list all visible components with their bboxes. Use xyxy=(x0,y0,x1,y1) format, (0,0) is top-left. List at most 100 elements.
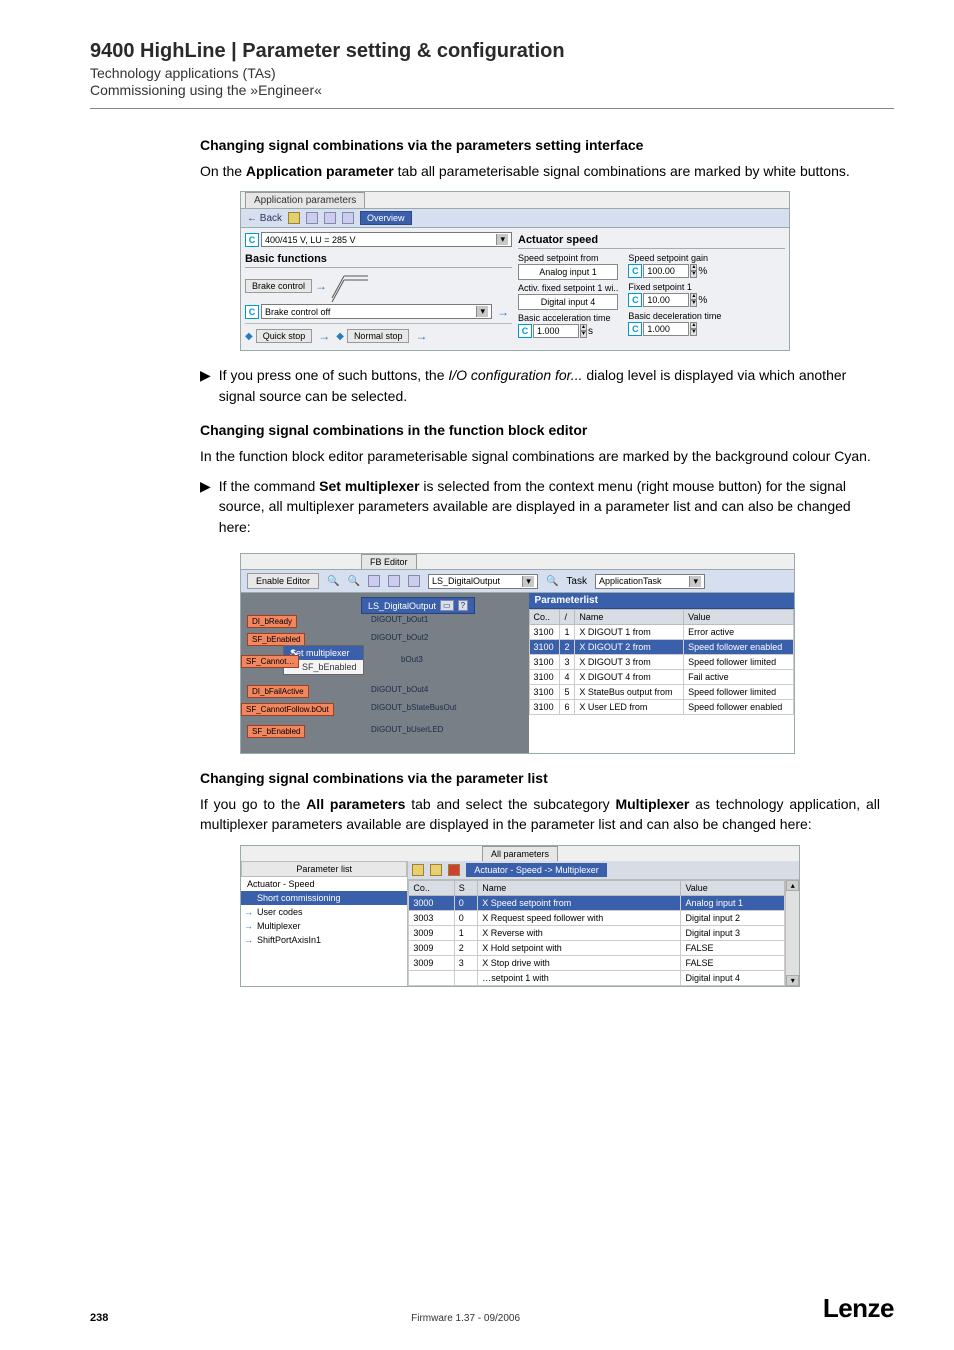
table-row[interactable]: 31002X DIGOUT 2 fromSpeed follower enabl… xyxy=(529,640,793,655)
fb-node-title[interactable]: LS_DigitalOutput▭? xyxy=(361,597,475,614)
table-row[interactable]: 30093X Stop drive withFALSE xyxy=(409,955,785,970)
block-combo[interactable]: LS_DigitalOutput▾ xyxy=(428,574,538,589)
tab-fb-editor[interactable]: FB Editor xyxy=(361,554,417,569)
table-row[interactable]: 30092X Hold setpoint withFALSE xyxy=(409,940,785,955)
tool-icon[interactable] xyxy=(430,864,442,876)
b2-pre: If the command xyxy=(219,478,319,494)
col-sub[interactable]: S xyxy=(454,880,477,895)
tab-all-params[interactable]: All parameters xyxy=(482,846,558,861)
search-icon[interactable]: 🔍 xyxy=(546,576,558,587)
scrollbar[interactable]: ▴▾ xyxy=(785,880,799,986)
table-row[interactable]: 31001X DIGOUT 1 fromError active xyxy=(529,625,793,640)
section1-bullet: If you press one of such buttons, the I/… xyxy=(219,365,880,406)
tool-icon[interactable] xyxy=(412,864,424,876)
scroll-down-icon[interactable]: ▾ xyxy=(786,975,799,986)
tree-node[interactable]: Multiplexer xyxy=(241,919,407,933)
port-bout1: DIGOUT_bOut1 xyxy=(371,615,428,624)
table-row[interactable]: …setpoint 1 withDigital input 4 xyxy=(409,970,785,985)
c-button-fixed1[interactable]: C xyxy=(628,293,642,307)
chevron-down-icon: ▾ xyxy=(476,306,488,317)
tab-app-params[interactable]: Application parameters xyxy=(245,192,365,208)
speed-gain-label: Speed setpoint gain xyxy=(628,253,721,263)
sig-sf-cannotfollow[interactable]: SF_CannotFollow.bOut xyxy=(241,703,334,716)
nav-icon4[interactable] xyxy=(342,212,354,224)
col-code[interactable]: Co.. xyxy=(409,880,454,895)
header-sub2: Commissioning using the »Engineer« xyxy=(90,82,894,98)
table-row[interactable]: 31003X DIGOUT 3 fromSpeed follower limit… xyxy=(529,655,793,670)
diamond-icon: ◆ xyxy=(245,331,253,342)
col-code[interactable]: Co.. xyxy=(529,610,560,625)
fixed1-field[interactable]: 10.00 xyxy=(643,293,689,307)
table-row[interactable]: 31004X DIGOUT 4 fromFail active xyxy=(529,670,793,685)
stepper-up-icon[interactable]: ▴ xyxy=(690,322,697,329)
tool-icon[interactable] xyxy=(448,864,460,876)
stepper-up-icon[interactable]: ▴ xyxy=(580,324,587,331)
section2-heading: Changing signal combinations in the func… xyxy=(200,422,880,438)
nav-icon[interactable] xyxy=(288,212,300,224)
c-button-decel[interactable]: C xyxy=(628,322,642,336)
nav-icon3[interactable] xyxy=(324,212,336,224)
unit-s: s xyxy=(588,326,593,337)
tool-icon[interactable] xyxy=(368,575,380,587)
sig-di-bready[interactable]: DI_bReady xyxy=(247,615,297,628)
fixed-setpoint1-label: Fixed setpoint 1 xyxy=(628,282,721,292)
table-row[interactable]: 30091X Reverse withDigital input 3 xyxy=(409,925,785,940)
sig-di-failactive[interactable]: DI_bFailActive xyxy=(247,685,309,698)
breadcrumb-bar: Actuator - Speed -> Multiplexer xyxy=(408,861,799,880)
parameter-table: Co.. / Name Value 31001X DIGOUT 1 fromEr… xyxy=(529,609,794,715)
tool-icon[interactable] xyxy=(388,575,400,587)
acc-field[interactable]: 1.000 xyxy=(533,324,579,338)
min-icon[interactable]: ▭ xyxy=(440,600,454,611)
task-combo[interactable]: ApplicationTask▾ xyxy=(595,574,705,589)
table-row[interactable]: 31005X StateBus output fromSpeed followe… xyxy=(529,685,793,700)
sig-sf-benabled2[interactable]: SF_bEnabled xyxy=(247,725,305,738)
sig-sf-cannot[interactable]: SF_Cannot… xyxy=(241,655,299,668)
tool-icon[interactable] xyxy=(408,575,420,587)
fb-canvas[interactable]: LS_DigitalOutput▭? DI_bReady DIGOUT_bOut… xyxy=(241,593,529,753)
stepper-down-icon[interactable]: ▾ xyxy=(690,329,697,336)
table-row[interactable]: 30000X Speed setpoint fromAnalog input 1 xyxy=(409,895,785,910)
help-icon[interactable]: ? xyxy=(458,600,468,611)
bullet-icon: ▶ xyxy=(200,476,211,537)
stepper-down-icon[interactable]: ▾ xyxy=(690,271,697,278)
tree-node[interactable]: Actuator - Speed xyxy=(241,877,407,891)
stepper-up-icon[interactable]: ▴ xyxy=(690,293,697,300)
bullet-icon: ▶ xyxy=(200,365,211,406)
back-button[interactable]: ← Back xyxy=(247,213,282,224)
voltage-combo[interactable]: 400/415 V, LU = 285 V▾ xyxy=(261,232,512,247)
col-name[interactable]: Name xyxy=(478,880,681,895)
c-button-acc[interactable]: C xyxy=(518,324,532,338)
analog-input-1-button[interactable]: Analog input 1 xyxy=(518,264,618,280)
screenshot-all-params: All parameters Parameter list Actuator -… xyxy=(240,845,800,987)
stepper-down-icon[interactable]: ▾ xyxy=(580,331,587,338)
c-button-brake[interactable]: C xyxy=(245,305,259,319)
nav-icon2[interactable] xyxy=(306,212,318,224)
quick-stop-button[interactable]: Quick stop xyxy=(256,329,313,343)
só-gain-field[interactable]: 100.00 xyxy=(643,264,689,278)
col-name[interactable]: Name xyxy=(575,610,684,625)
c-button-gain[interactable]: C xyxy=(628,264,642,278)
enable-editor-button[interactable]: Enable Editor xyxy=(247,573,319,589)
zoom-in-icon[interactable]: 🔍 xyxy=(327,576,339,587)
table-row[interactable]: 31006X User LED fromSpeed follower enabl… xyxy=(529,700,793,715)
table-row[interactable]: 30030X Request speed follower withDigita… xyxy=(409,910,785,925)
col-value[interactable]: Value xyxy=(681,880,785,895)
digital-input-4-button[interactable]: Digital input 4 xyxy=(518,294,618,310)
tree-node[interactable]: User codes xyxy=(241,905,407,919)
zoom-out-icon[interactable]: 🔍 xyxy=(348,576,360,587)
brake-combo[interactable]: Brake control off▾ xyxy=(261,304,492,319)
scroll-up-icon[interactable]: ▴ xyxy=(786,880,799,891)
normal-stop-button[interactable]: Normal stop xyxy=(347,329,410,343)
brake-control-button[interactable]: Brake control xyxy=(245,279,312,293)
decel-field[interactable]: 1.000 xyxy=(643,322,689,336)
tree-node[interactable]: ShiftPortAxisIn1 xyxy=(241,933,407,947)
col-sub[interactable]: / xyxy=(560,610,575,625)
tree-node[interactable]: Short commissioning xyxy=(241,891,407,905)
col-value[interactable]: Value xyxy=(684,610,794,625)
stepper-up-icon[interactable]: ▴ xyxy=(690,264,697,271)
arrow-icon: → xyxy=(497,305,509,319)
c-button-voltage[interactable]: C xyxy=(245,233,259,247)
overview-pill[interactable]: Overview xyxy=(360,211,412,225)
port-bout3: bOut3 xyxy=(401,655,423,664)
stepper-down-icon[interactable]: ▾ xyxy=(690,300,697,307)
